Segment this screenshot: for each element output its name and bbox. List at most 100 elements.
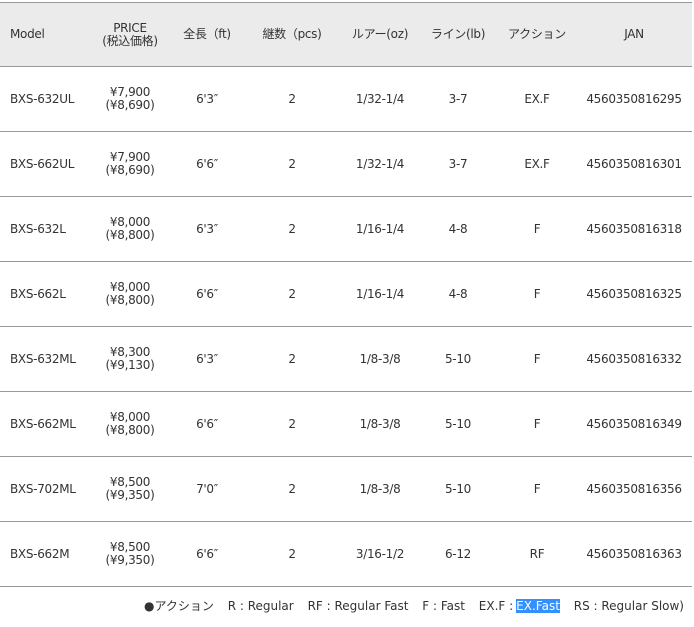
cell-lure: 1/8-3/8	[342, 326, 418, 392]
cell-price: ¥7,900 (¥8,690)	[88, 66, 172, 132]
legend-exf-selected-text[interactable]: EX.Fast	[516, 599, 560, 613]
cell-jan: 4560350816325	[576, 261, 692, 327]
cell-line: 4-8	[418, 261, 498, 327]
cell-price: ¥7,900 (¥8,690)	[88, 131, 172, 197]
price-tax-value: (¥9,350)	[105, 488, 155, 502]
cell-action: F	[498, 456, 576, 522]
price-value: ¥7,900	[109, 150, 151, 164]
cell-model: BXS-662ML	[0, 391, 88, 457]
price-tax-value: (¥8,800)	[105, 423, 155, 437]
cell-lure: 3/16-1/2	[342, 521, 418, 587]
header-price: PRICE (税込価格)	[88, 2, 172, 67]
cell-price: ¥8,000 (¥8,800)	[88, 261, 172, 327]
cell-action: F	[498, 196, 576, 262]
cell-action: F	[498, 261, 576, 327]
price-value: ¥8,500	[109, 475, 151, 489]
header-price-tax-label: (税込価格)	[102, 33, 158, 48]
price-value: ¥8,500	[109, 540, 151, 554]
table-row: BXS-662UL ¥7,900 (¥8,690) 6'6″ 2 1/32-1/4 3-7 E…	[0, 131, 692, 197]
header-row: Model PRICE (税込価格) 全長（ft) 継数（pcs) ルアー(oz)…	[0, 2, 692, 67]
table-row: BXS-662ML ¥8,000 (¥8,800) 6'6″ 2 1/8-3/8 5-10 F…	[0, 391, 692, 457]
action-legend: ●アクション R : Regular RF : Regular Fast F :…	[144, 597, 684, 614]
table-row: BXS-702ML ¥8,500 (¥9,350) 7'0″ 2 1/8-3/8 5-10 F…	[0, 456, 692, 522]
cell-lure: 1/16-1/4	[342, 196, 418, 262]
cell-model: BXS-702ML	[0, 456, 88, 522]
table-row: BXS-632ML ¥8,300 (¥9,130) 6'3″ 2 1/8-3/8 5-10 F…	[0, 326, 692, 392]
cell-length: 7'0″	[172, 456, 242, 522]
legend-exf-prefix: EX.F :	[478, 599, 514, 613]
price-tax-value: (¥9,130)	[105, 358, 155, 372]
cell-jan: 4560350816318	[576, 196, 692, 262]
cell-lure: 1/16-1/4	[342, 261, 418, 327]
price-tax-value: (¥9,350)	[105, 553, 155, 567]
cell-model: BXS-662UL	[0, 131, 88, 197]
cell-pieces: 2	[242, 261, 342, 327]
cell-length: 6'3″	[172, 66, 242, 132]
cell-pieces: 2	[242, 326, 342, 392]
price-tax-value: (¥8,690)	[105, 163, 155, 177]
cell-length: 6'6″	[172, 521, 242, 587]
cell-lure: 1/8-3/8	[342, 456, 418, 522]
cell-pieces: 2	[242, 456, 342, 522]
cell-model: BXS-662L	[0, 261, 88, 327]
header-line: ライン(lb)	[418, 2, 498, 67]
legend-rf: RF : Regular Fast	[307, 599, 409, 613]
cell-length: 6'3″	[172, 196, 242, 262]
legend-rs: RS : Regular Slow)	[573, 599, 684, 613]
cell-jan: 4560350816356	[576, 456, 692, 522]
cell-pieces: 2	[242, 66, 342, 132]
cell-jan: 4560350816349	[576, 391, 692, 457]
cell-price: ¥8,300 (¥9,130)	[88, 326, 172, 392]
cell-action: F	[498, 326, 576, 392]
cell-pieces: 2	[242, 521, 342, 587]
cell-length: 6'3″	[172, 326, 242, 392]
spec-table: Model PRICE (税込価格) 全長（ft) 継数（pcs) ルアー(oz)…	[0, 2, 692, 587]
cell-jan: 4560350816363	[576, 521, 692, 587]
cell-price: ¥8,000 (¥8,800)	[88, 196, 172, 262]
cell-model: BXS-632ML	[0, 326, 88, 392]
legend-title: ●アクション	[143, 599, 214, 613]
header-lure: ルアー(oz)	[342, 2, 418, 67]
table-row: BXS-662M ¥8,500 (¥9,350) 6'6″ 2 3/16-1/2 6-12 R…	[0, 521, 692, 587]
header-action: アクション	[498, 2, 576, 67]
table-row: BXS-632UL ¥7,900 (¥8,690) 6'3″ 2 1/32-1/4 3-7 E…	[0, 66, 692, 132]
price-value: ¥8,000	[109, 215, 151, 229]
cell-line: 5-10	[418, 326, 498, 392]
cell-pieces: 2	[242, 196, 342, 262]
cell-line: 3-7	[418, 66, 498, 132]
cell-price: ¥8,500 (¥9,350)	[88, 521, 172, 587]
cell-action: RF	[498, 521, 576, 587]
header-pieces: 継数（pcs)	[242, 2, 342, 67]
table-row: BXS-632L ¥8,000 (¥8,800) 6'3″ 2 1/16-1/4 4-8 F 4…	[0, 196, 692, 262]
header-length: 全長（ft)	[172, 2, 242, 67]
cell-action: F	[498, 391, 576, 457]
cell-action: EX.F	[498, 131, 576, 197]
cell-lure: 1/32-1/4	[342, 66, 418, 132]
cell-pieces: 2	[242, 391, 342, 457]
cell-line: 3-7	[418, 131, 498, 197]
legend-r: R : Regular	[227, 599, 294, 613]
header-model: Model	[0, 2, 88, 67]
cell-line: 5-10	[418, 391, 498, 457]
price-value: ¥8,300	[109, 345, 151, 359]
cell-line: 5-10	[418, 456, 498, 522]
cell-jan: 4560350816332	[576, 326, 692, 392]
price-tax-value: (¥8,690)	[105, 98, 155, 112]
cell-model: BXS-662M	[0, 521, 88, 587]
price-value: ¥8,000	[109, 280, 151, 294]
legend-f: F : Fast	[422, 599, 465, 613]
header-price-label: PRICE	[113, 20, 147, 35]
cell-length: 6'6″	[172, 391, 242, 457]
table-row: BXS-662L ¥8,000 (¥8,800) 6'6″ 2 1/16-1/4 4-8 F 4…	[0, 261, 692, 327]
cell-line: 4-8	[418, 196, 498, 262]
cell-action: EX.F	[498, 66, 576, 132]
cell-lure: 1/8-3/8	[342, 391, 418, 457]
header-jan: JAN	[576, 2, 692, 67]
cell-lure: 1/32-1/4	[342, 131, 418, 197]
cell-jan: 4560350816301	[576, 131, 692, 197]
price-value: ¥7,900	[109, 85, 151, 99]
price-value: ¥8,000	[109, 410, 151, 424]
cell-length: 6'6″	[172, 261, 242, 327]
cell-jan: 4560350816295	[576, 66, 692, 132]
cell-model: BXS-632L	[0, 196, 88, 262]
